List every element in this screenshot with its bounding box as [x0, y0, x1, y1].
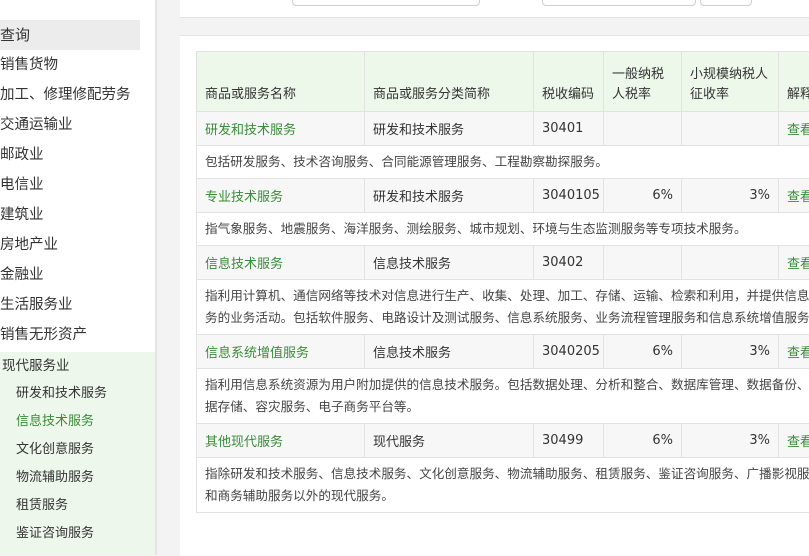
row-name-link[interactable]: 研发和技术服务 [197, 112, 365, 146]
search-field-left[interactable] [292, 0, 480, 6]
row-code: 3040205 [534, 335, 604, 369]
row-description-text: 指利用信息系统资源为用户附加提供的信息技术服务。包括数据处理、分析和整合、数据库… [197, 369, 809, 424]
sidebar-group-modern-services: 现代服务业 研发和技术服务 信息技术服务 文化创意服务 物流辅助服务 租赁服务 … [0, 352, 155, 555]
table-row-description: 包括研发服务、技术咨询服务、合同能源管理服务、工程勘察勘探服务。 [197, 146, 809, 179]
row-general-rate: 6% [604, 424, 682, 458]
sidebar-category-transport[interactable]: 交通运输业 [0, 110, 150, 140]
row-description-text: 指气象服务、地震服务、海洋服务、测绘服务、城市规划、环境与生态监测服务等专项技术… [197, 213, 809, 246]
sidebar-category-processing[interactable]: 加工、修理修配劳务 [0, 80, 150, 110]
sidebar-subitem-logistics[interactable]: 物流辅助服务 [16, 464, 94, 492]
row-category: 现代服务 [365, 424, 534, 458]
search-button[interactable] [700, 0, 752, 6]
table-row-description: 指除研发和技术服务、信息技术服务、文化创意服务、物流辅助服务、租赁服务、鉴证咨询… [197, 458, 809, 513]
row-name-link[interactable]: 其他现代服务 [197, 424, 365, 458]
row-name-link[interactable]: 专业技术服务 [197, 179, 365, 213]
row-description-text: 指除研发和技术服务、信息技术服务、文化创意服务、物流辅助服务、租赁服务、鉴证咨询… [197, 458, 809, 513]
row-view-link[interactable]: 查看 [779, 112, 809, 146]
row-small-rate: 3% [682, 335, 779, 369]
sidebar-divider [155, 0, 157, 555]
table-row: 信息技术服务 信息技术服务 30402 查看 [197, 246, 809, 280]
header-name: 商品或服务名称 [197, 52, 365, 112]
header-category: 商品或服务分类简称 [365, 52, 534, 112]
header-code: 税收编码 [534, 52, 604, 112]
search-field-right[interactable] [542, 0, 696, 6]
sidebar-subitem-it[interactable]: 信息技术服务 [16, 408, 94, 436]
row-view-link[interactable]: 查看 [779, 246, 809, 280]
row-general-rate: 6% [604, 335, 682, 369]
table-row-description: 指气象服务、地震服务、海洋服务、测绘服务、城市规划、环境与生态监测服务等专项技术… [197, 213, 809, 246]
row-category: 信息技术服务 [365, 335, 534, 369]
header-general-rate: 一般纳税人税率 [604, 52, 682, 112]
row-small-rate: 3% [682, 179, 779, 213]
row-category: 研发和技术服务 [365, 179, 534, 213]
sidebar-category-postal[interactable]: 邮政业 [0, 140, 150, 170]
table-row: 其他现代服务 现代服务 30499 6% 3% 查看 [197, 424, 809, 458]
sidebar-subitem-consulting[interactable]: 鉴证咨询服务 [16, 520, 94, 548]
sidebar-category-real-estate[interactable]: 房地产业 [0, 230, 150, 260]
row-name-link[interactable]: 信息技术服务 [197, 246, 365, 280]
sidebar-group-title[interactable]: 现代服务业 [2, 352, 70, 380]
sidebar-subitem-leasing[interactable]: 租赁服务 [16, 492, 68, 520]
row-description-text: 包括研发服务、技术咨询服务、合同能源管理服务、工程勘察勘探服务。 [197, 146, 809, 179]
sidebar-category-goods[interactable]: 销售货物 [0, 50, 150, 80]
table-row: 信息系统增值服务 信息技术服务 3040205 6% 3% 查看 [197, 335, 809, 369]
sidebar-subitem-rd[interactable]: 研发和技术服务 [16, 380, 107, 408]
sidebar-subitem-culture[interactable]: 文化创意服务 [16, 436, 94, 464]
row-code: 30402 [534, 246, 604, 280]
tax-code-table: 商品或服务名称 商品或服务分类简称 税收编码 一般纳税人税率 小规模纳税人征收率… [196, 51, 809, 513]
row-view-link[interactable]: 查看 [779, 424, 809, 458]
row-small-rate: 3% [682, 424, 779, 458]
header-explain: 解释 [779, 52, 809, 112]
table-header-row: 商品或服务名称 商品或服务分类简称 税收编码 一般纳税人税率 小规模纳税人征收率… [197, 52, 809, 112]
sidebar: 查询 销售货物 加工、修理修配劳务 交通运输业 邮政业 电信业 建筑业 房地产业… [0, 0, 155, 555]
row-name-link[interactable]: 信息系统增值服务 [197, 335, 365, 369]
sidebar-category-intangible[interactable]: 销售无形资产 [0, 320, 150, 350]
search-panel [180, 0, 809, 18]
row-code: 3040105 [534, 179, 604, 213]
row-general-rate: 6% [604, 179, 682, 213]
row-view-link[interactable]: 查看 [779, 335, 809, 369]
row-description-text: 指利用计算机、通信网络等技术对信息进行生产、收集、处理、加工、存储、运输、检索和… [197, 280, 809, 335]
row-code: 30401 [534, 112, 604, 146]
table-row: 专业技术服务 研发和技术服务 3040105 6% 3% 查看 [197, 179, 809, 213]
row-category: 信息技术服务 [365, 246, 534, 280]
sidebar-category-telecom[interactable]: 电信业 [0, 170, 150, 200]
row-general-rate [604, 112, 682, 146]
row-view-link[interactable]: 查看 [779, 179, 809, 213]
sidebar-category-finance[interactable]: 金融业 [0, 260, 150, 290]
sidebar-category-life-services[interactable]: 生活服务业 [0, 290, 150, 320]
sidebar-category-construction[interactable]: 建筑业 [0, 200, 150, 230]
row-category: 研发和技术服务 [365, 112, 534, 146]
header-small-rate: 小规模纳税人征收率 [682, 52, 779, 112]
table-row: 研发和技术服务 研发和技术服务 30401 查看 [197, 112, 809, 146]
row-general-rate [604, 246, 682, 280]
table-row-description: 指利用信息系统资源为用户附加提供的信息技术服务。包括数据处理、分析和整合、数据库… [197, 369, 809, 424]
row-small-rate [682, 112, 779, 146]
row-code: 30499 [534, 424, 604, 458]
row-small-rate [682, 246, 779, 280]
sidebar-query-item[interactable]: 查询 [0, 20, 140, 50]
result-panel: 商品或服务名称 商品或服务分类简称 税收编码 一般纳税人税率 小规模纳税人征收率… [180, 35, 809, 556]
table-row-description: 指利用计算机、通信网络等技术对信息进行生产、收集、处理、加工、存储、运输、检索和… [197, 280, 809, 335]
